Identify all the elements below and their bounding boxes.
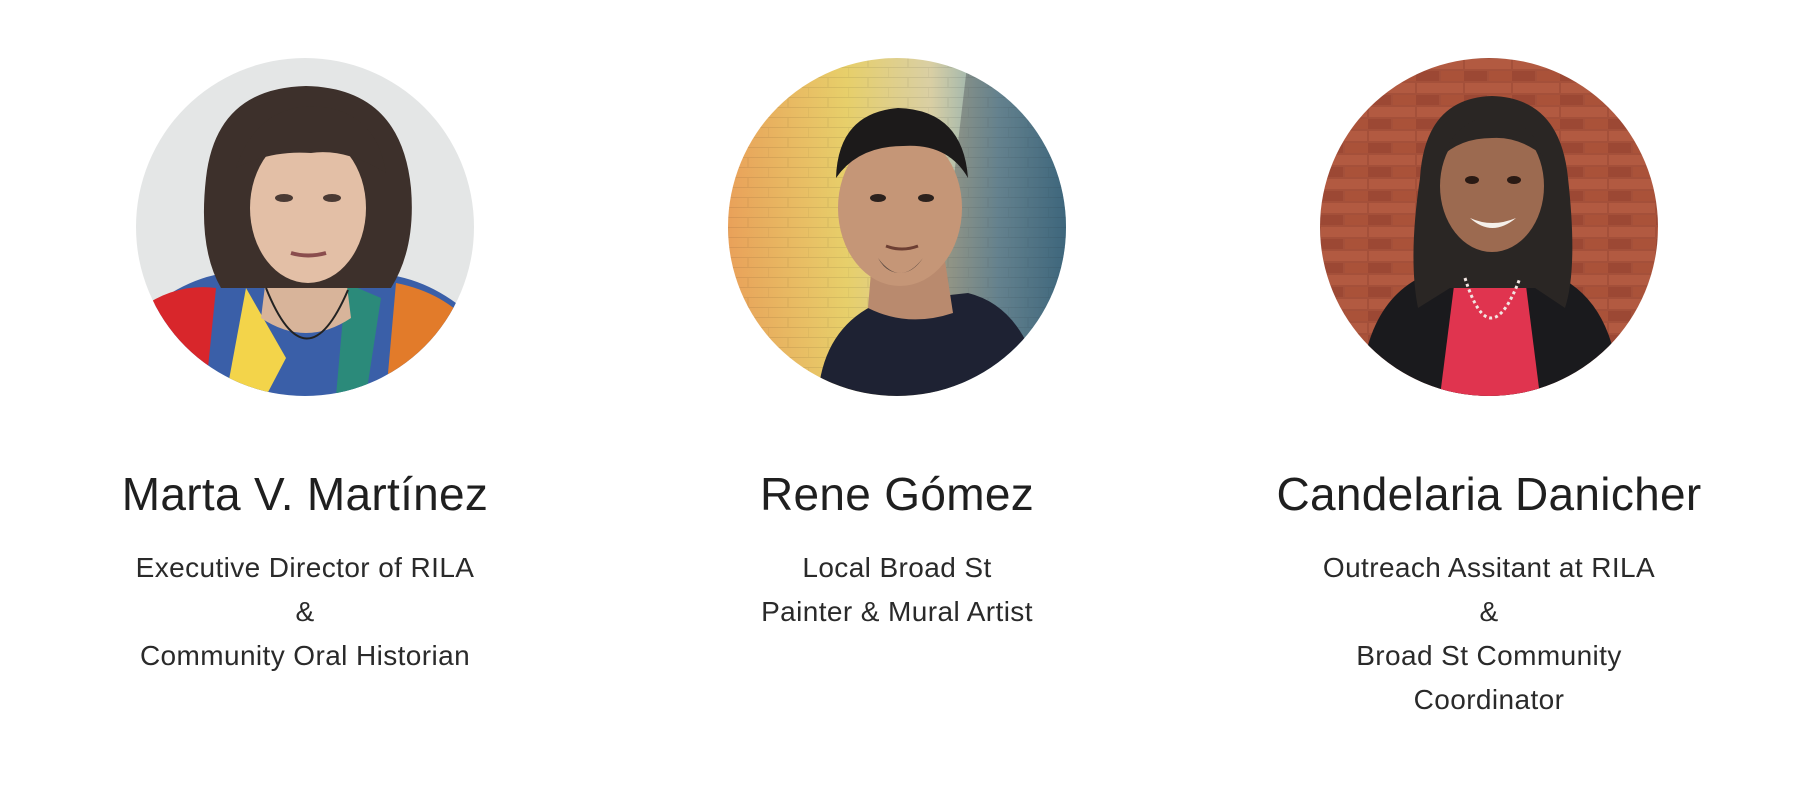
member-name: Marta V. Martínez xyxy=(121,468,489,520)
member-role: Local Broad St Painter & Mural Artist xyxy=(761,546,1033,634)
member-role-line: & xyxy=(1479,596,1499,627)
member-role: Outreach Assitant at RILA & Broad St Com… xyxy=(1323,546,1655,722)
team-member-card: Marta V. Martínez Executive Director of … xyxy=(25,0,585,678)
member-role-line: & xyxy=(295,596,315,627)
member-portrait-photo xyxy=(728,58,1066,396)
team-member-card: Rene Gómez Local Broad St Painter & Mura… xyxy=(617,0,1177,634)
member-portrait-photo xyxy=(136,58,474,396)
team-section: Marta V. Martínez Executive Director of … xyxy=(0,0,1815,792)
member-portrait-photo xyxy=(1320,58,1658,396)
member-role-line: Outreach Assitant at RILA xyxy=(1322,552,1656,583)
member-role: Executive Director of RILA & Community O… xyxy=(136,546,475,678)
member-role-line: Coordinator xyxy=(1413,684,1565,715)
member-role-line: Painter & Mural Artist xyxy=(761,596,1033,627)
team-member-card: Candelaria Danicher Outreach Assitant at… xyxy=(1209,0,1769,722)
member-name: Candelaria Danicher xyxy=(1276,468,1702,520)
member-role-line: Executive Director of RILA xyxy=(135,552,475,583)
member-role-line: Broad St Community xyxy=(1356,640,1622,671)
member-role-line: Local Broad St xyxy=(802,552,992,583)
member-role-line: Community Oral Historian xyxy=(139,640,471,671)
member-name: Rene Gómez xyxy=(759,468,1034,520)
